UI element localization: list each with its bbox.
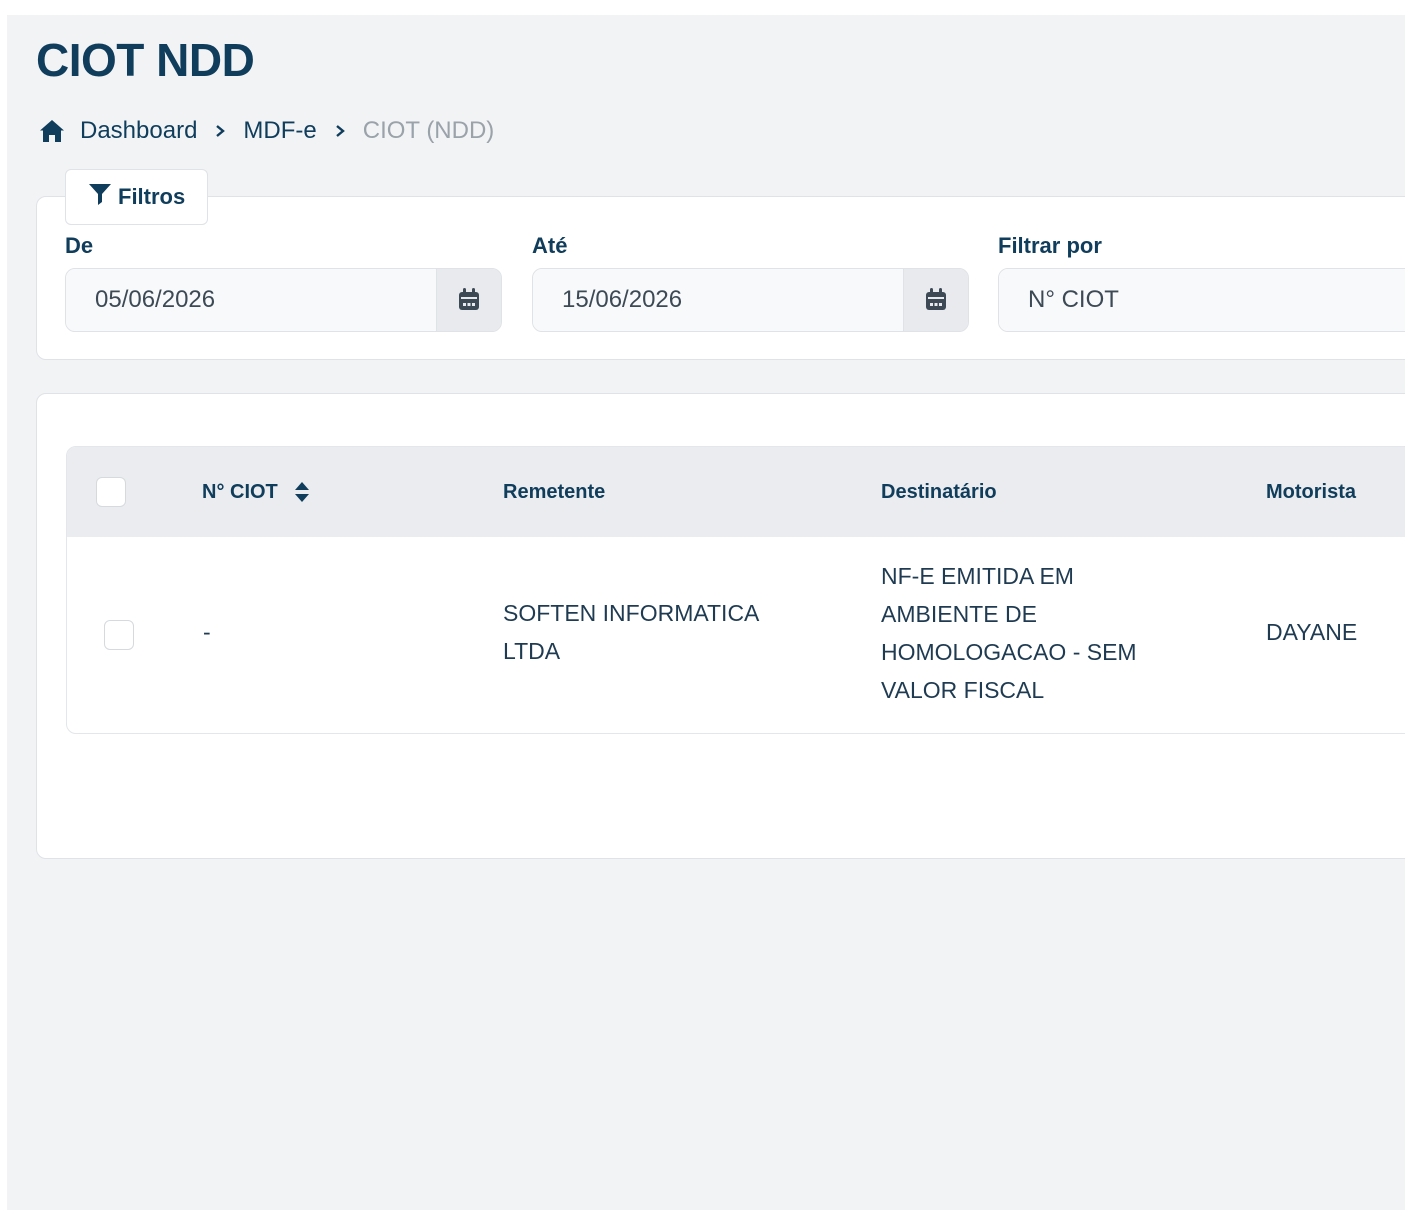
sort-icon[interactable] <box>294 481 310 503</box>
chevron-right-icon <box>214 121 226 144</box>
breadcrumb: Dashboard MDF-e CIOT (NDD) <box>38 115 494 147</box>
page: CIOT NDD Dashboard MDF-e CIOT (NDD) Filt… <box>7 15 1405 1210</box>
from-date-field[interactable]: 05/06/2026 <box>65 268 502 332</box>
calendar-icon[interactable] <box>436 269 501 331</box>
column-header-motorista: Motorista <box>1266 480 1356 503</box>
to-label: Até <box>532 233 568 258</box>
cell-motorista: DAYANE <box>1266 619 1358 645</box>
cell-destinatario: NF-E EMITIDA EM AMBIENTE DE HOMOLOGACAO … <box>881 557 1137 709</box>
column-header-ciot[interactable]: N° CIOT <box>202 447 310 537</box>
column-header-ciot-label: N° CIOT <box>202 480 278 503</box>
filter-icon <box>88 182 112 212</box>
column-header-destinatario: Destinatário <box>881 480 997 503</box>
breadcrumb-mdfe[interactable]: MDF-e <box>243 117 316 145</box>
from-date-input[interactable]: 05/06/2026 <box>66 269 436 331</box>
page-title: CIOT NDD <box>36 34 255 86</box>
cell-destinatario-line: HOMOLOGACAO - SEM <box>881 639 1137 665</box>
breadcrumb-dashboard[interactable]: Dashboard <box>80 117 197 145</box>
to-date-input[interactable]: 15/06/2026 <box>533 269 903 331</box>
filter-by-select[interactable]: N° CIOT <box>998 268 1405 332</box>
filter-by-label: Filtrar por <box>998 233 1102 258</box>
column-header-remetente: Remetente <box>503 480 606 503</box>
row-checkbox[interactable] <box>104 620 134 650</box>
filters-tab-label: Filtros <box>118 184 186 209</box>
cell-ciot: - <box>203 619 211 645</box>
breadcrumb-current: CIOT (NDD) <box>362 117 495 144</box>
cell-destinatario-line: VALOR FISCAL <box>881 677 1045 703</box>
select-all-checkbox[interactable] <box>96 477 126 507</box>
chevron-right-icon <box>334 121 346 144</box>
filter-by-value[interactable]: N° CIOT <box>999 269 1405 331</box>
calendar-icon[interactable] <box>903 269 968 331</box>
cell-remetente-line: LTDA <box>503 638 561 664</box>
results-table: N° CIOT Remetente Destinatário Motorista… <box>66 446 1405 734</box>
to-date-field[interactable]: 15/06/2026 <box>532 268 969 332</box>
home-icon[interactable] <box>38 117 66 145</box>
from-label: De <box>65 233 94 258</box>
cell-destinatario-line: AMBIENTE DE <box>881 601 1037 627</box>
cell-destinatario-line: NF-E EMITIDA EM <box>881 563 1074 589</box>
cell-remetente-line: SOFTEN INFORMATICA <box>503 600 760 626</box>
cell-remetente: SOFTEN INFORMATICA LTDA <box>503 594 759 670</box>
table-row[interactable]: - SOFTEN INFORMATICA LTDA NF-E EMITIDA E… <box>67 537 1405 733</box>
table-header: N° CIOT Remetente Destinatário Motorista <box>67 447 1405 537</box>
filters-tab[interactable]: Filtros <box>65 169 209 225</box>
